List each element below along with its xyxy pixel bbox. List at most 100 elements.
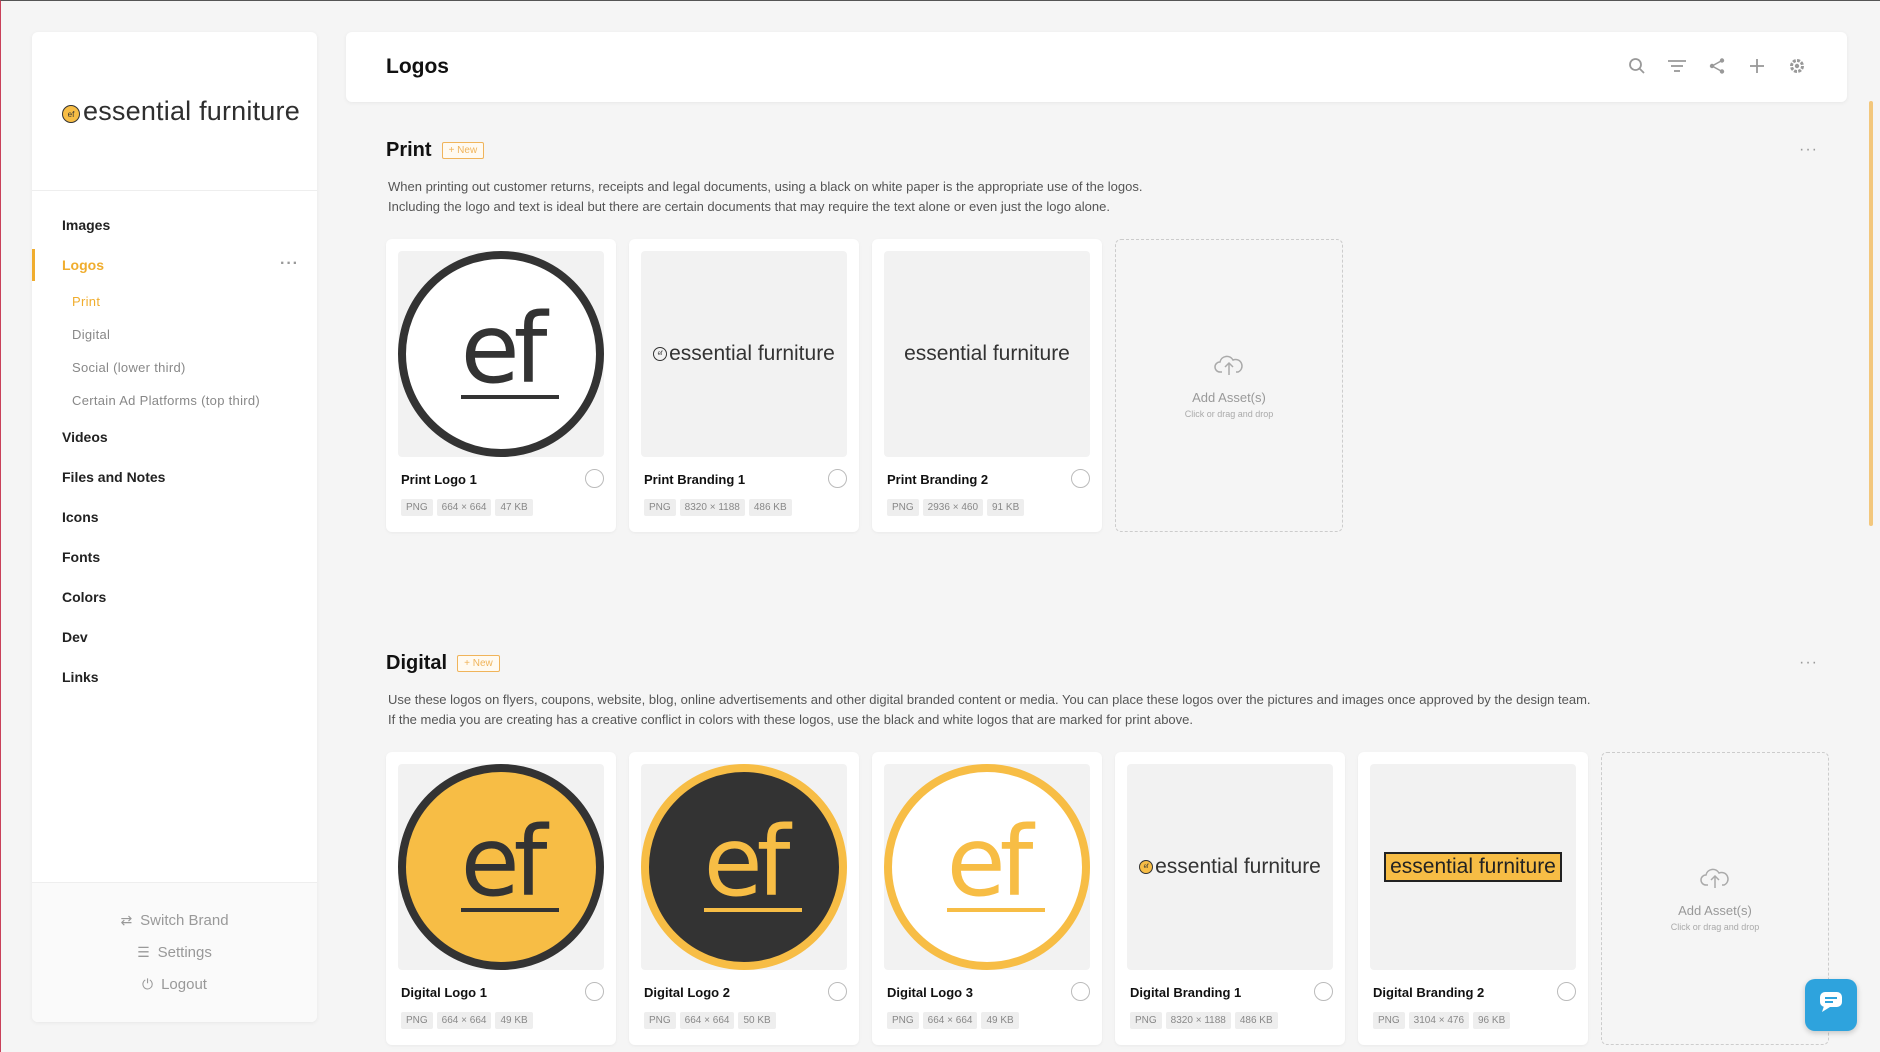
sidebar-item-images[interactable]: Images	[32, 205, 317, 245]
file-size-badge: 91 KB	[987, 499, 1025, 516]
logout-button[interactable]: ⏻ Logout	[142, 976, 207, 993]
select-checkbox[interactable]	[1071, 469, 1090, 488]
sidebar-item-icons[interactable]: Icons	[32, 497, 317, 537]
sidebar-item-label: Links	[62, 669, 99, 685]
sidebar-nav: Images Logos ··· Print Digital Social (l…	[32, 191, 317, 697]
wordmark-text: essential furniture	[1155, 855, 1321, 878]
sidebar-item-fonts[interactable]: Fonts	[32, 537, 317, 577]
settings-label: Settings	[157, 944, 212, 961]
sidebar-subitem-print[interactable]: Print	[32, 285, 317, 318]
new-badge-button[interactable]: + New	[457, 654, 500, 672]
logo-mark-text: ef	[460, 806, 548, 918]
filter-icon[interactable]	[1667, 56, 1687, 76]
add-asset-hint: Click or drag and drop	[1184, 408, 1274, 419]
logo-mark-text: ef	[703, 806, 791, 918]
sidebar-subitem-digital[interactable]: Digital	[32, 318, 317, 351]
select-checkbox[interactable]	[585, 982, 604, 1001]
asset-thumbnail[interactable]: ef	[884, 764, 1090, 970]
header-actions	[1627, 56, 1807, 76]
asset-thumbnail[interactable]: essential furniture	[884, 251, 1090, 457]
sidebar-item-label: Icons	[62, 509, 99, 525]
ef-logo-image: ef	[884, 764, 1090, 970]
settings-button[interactable]: ☰ Settings	[137, 944, 212, 961]
page-title: Logos	[386, 55, 449, 78]
file-type-badge: PNG	[887, 499, 919, 516]
search-icon[interactable]	[1627, 56, 1647, 76]
logo-underline	[461, 395, 559, 399]
asset-thumbnail[interactable]: ef essential furniture	[1127, 764, 1333, 970]
share-icon[interactable]	[1707, 56, 1727, 76]
scrollbar[interactable]	[1869, 101, 1873, 526]
asset-card[interactable]: essential furniture Print Branding 2 PNG…	[872, 239, 1102, 532]
chat-button[interactable]	[1805, 979, 1857, 1031]
dimensions-badge: 8320 × 1188	[679, 499, 745, 516]
wordmark-text: essential furniture	[1384, 852, 1562, 882]
select-checkbox[interactable]	[828, 469, 847, 488]
asset-card[interactable]: ef essential furniture Digital Branding 1…	[1115, 752, 1345, 1045]
description-line: When printing out customer returns, rece…	[388, 179, 1143, 194]
asset-meta: PNG 3104 × 476 96 KB	[1370, 1012, 1576, 1029]
plus-icon[interactable]	[1747, 56, 1767, 76]
asset-thumbnail[interactable]: ef	[398, 764, 604, 970]
select-checkbox[interactable]	[585, 469, 604, 488]
wordmark-image: ef essential furniture	[1139, 855, 1321, 879]
brand-logo[interactable]: ef essential furniture	[32, 32, 317, 191]
add-asset-dropzone[interactable]: Add Asset(s) Click or drag and drop	[1601, 752, 1829, 1045]
file-type-badge: PNG	[644, 1012, 676, 1029]
description-line: Including the logo and text is ideal but…	[388, 199, 1110, 214]
asset-thumbnail[interactable]: ef	[398, 251, 604, 457]
new-badge-button[interactable]: + New	[441, 141, 485, 159]
logo-underline	[947, 908, 1045, 912]
sidebar-item-videos[interactable]: Videos	[32, 417, 317, 457]
sidebar-subitem-social[interactable]: Social (lower third)	[32, 351, 317, 384]
asset-card[interactable]: ef essential furniture Print Branding 1 P…	[629, 239, 859, 532]
upload-cloud-icon	[1214, 353, 1244, 384]
section-digital: Digital + New ··· Use these logos on fly…	[386, 648, 1836, 1045]
asset-grid: ef Print Logo 1 PNG 664 × 664 47 KB ef es…	[386, 239, 1836, 532]
sliders-icon: ☰	[137, 944, 150, 960]
asset-title: Print Branding 2	[887, 472, 989, 487]
sidebar-item-colors[interactable]: Colors	[32, 577, 317, 617]
logo-mark-text: ef	[460, 293, 548, 405]
asset-meta: PNG 664 × 664 49 KB	[398, 1012, 604, 1029]
asset-thumbnail[interactable]: essential furniture	[1370, 764, 1576, 970]
ef-logo-image: ef	[641, 764, 847, 970]
section-title: Digital	[386, 651, 448, 674]
asset-thumbnail[interactable]: ef	[641, 764, 847, 970]
asset-card[interactable]: essential furniture Digital Branding 2 P…	[1358, 752, 1588, 1045]
more-options-icon[interactable]: ···	[280, 255, 299, 273]
sidebar-item-logos[interactable]: Logos ···	[32, 245, 317, 285]
asset-card[interactable]: ef Digital Logo 1 PNG 664 × 664 49 KB	[386, 752, 616, 1045]
add-asset-label: Add Asset(s)	[1678, 902, 1752, 918]
sidebar-item-label: Fonts	[62, 549, 101, 565]
select-checkbox[interactable]	[828, 982, 847, 1001]
page-header: Logos	[346, 32, 1847, 102]
asset-grid: ef Digital Logo 1 PNG 664 × 664 49 KB ef…	[386, 752, 1836, 1045]
asset-meta: PNG 664 × 664 50 KB	[641, 1012, 847, 1029]
switch-brand-label: Switch Brand	[140, 912, 229, 929]
select-checkbox[interactable]	[1071, 982, 1090, 1001]
asset-card[interactable]: ef Print Logo 1 PNG 664 × 664 47 KB	[386, 239, 616, 532]
asset-title: Print Branding 1	[644, 472, 746, 487]
more-options-icon[interactable]: ···	[1799, 654, 1818, 672]
sidebar-subitem-ad-platforms[interactable]: Certain Ad Platforms (top third)	[32, 384, 317, 417]
asset-card[interactable]: ef Digital Logo 3 PNG 664 × 664 49 KB	[872, 752, 1102, 1045]
asset-thumbnail[interactable]: ef essential furniture	[641, 251, 847, 457]
asset-meta: PNG 8320 × 1188 486 KB	[641, 499, 847, 516]
logout-label: Logout	[161, 976, 207, 993]
gear-icon[interactable]	[1787, 56, 1807, 76]
sidebar-item-dev[interactable]: Dev	[32, 617, 317, 657]
dimensions-badge: 664 × 664	[436, 1012, 492, 1029]
switch-brand-button[interactable]: ⇄ Switch Brand	[120, 912, 228, 929]
asset-card[interactable]: ef Digital Logo 2 PNG 664 × 664 50 KB	[629, 752, 859, 1045]
ef-logo-image: ef	[398, 764, 604, 970]
sidebar-item-links[interactable]: Links	[32, 657, 317, 697]
sidebar-item-files-notes[interactable]: Files and Notes	[32, 457, 317, 497]
add-asset-dropzone[interactable]: Add Asset(s) Click or drag and drop	[1115, 239, 1343, 532]
wordmark-text: essential furniture	[904, 342, 1070, 365]
select-checkbox[interactable]	[1557, 982, 1576, 1001]
file-size-badge: 49 KB	[495, 1012, 533, 1029]
section-description: Use these logos on flyers, coupons, webs…	[386, 690, 1836, 730]
more-options-icon[interactable]: ···	[1799, 141, 1818, 159]
select-checkbox[interactable]	[1314, 982, 1333, 1001]
